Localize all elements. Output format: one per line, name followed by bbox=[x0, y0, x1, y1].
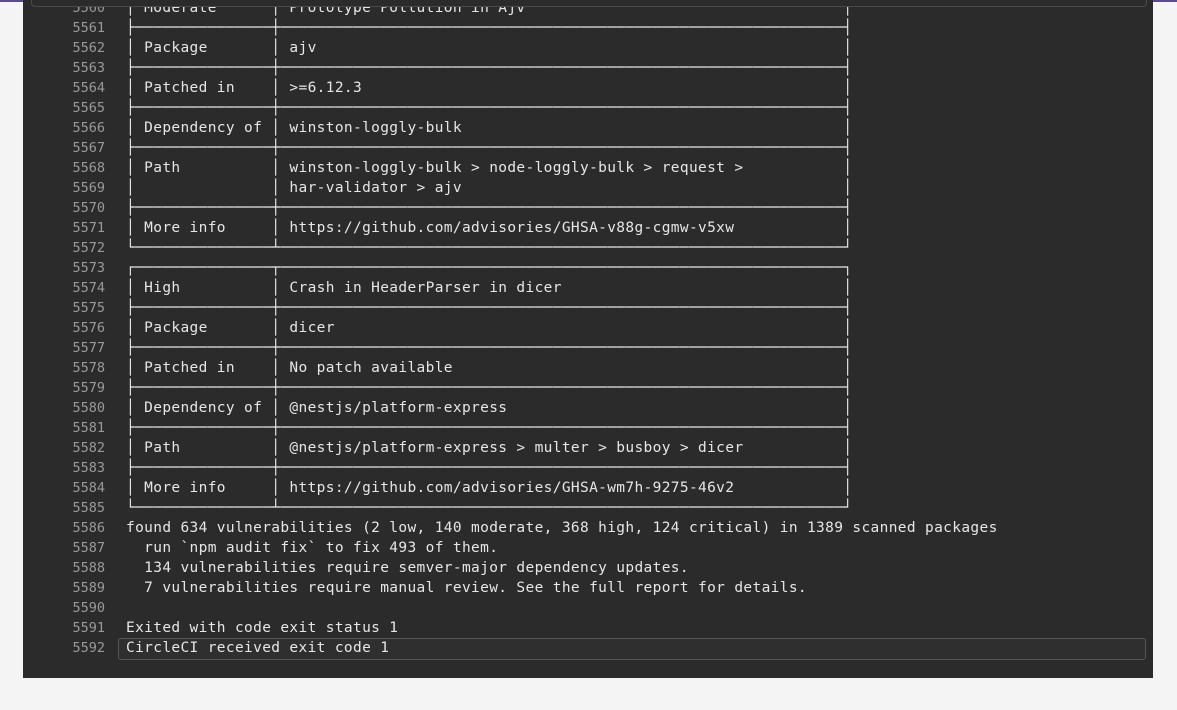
line-number[interactable]: 5575 bbox=[23, 298, 105, 318]
line-number[interactable]: 5567 bbox=[23, 138, 105, 158]
line-text: │ High │ Crash in HeaderParser in dicer … bbox=[126, 280, 853, 296]
line-text: ├───────────────┼───────────────────────… bbox=[126, 380, 853, 396]
line-text: │ Package │ ajv │ bbox=[126, 40, 853, 56]
line-text: │ Patched in │ No patch available │ bbox=[126, 360, 853, 376]
line-number[interactable]: 5561 bbox=[23, 18, 105, 38]
log-line: 5574 │ High │ Crash in HeaderParser in di… bbox=[23, 278, 1153, 298]
line-number[interactable]: 5586 bbox=[23, 518, 105, 538]
log-line: 5582 │ Path │ @nestjs/platform-express > … bbox=[23, 438, 1153, 458]
line-number[interactable]: 5564 bbox=[23, 78, 105, 98]
line-number[interactable]: 5591 bbox=[23, 618, 105, 638]
line-number[interactable]: 5573 bbox=[23, 258, 105, 278]
log-line: 5578 │ Patched in │ No patch available │ bbox=[23, 358, 1153, 378]
line-number[interactable]: 5582 bbox=[23, 438, 105, 458]
line-number[interactable]: 5577 bbox=[23, 338, 105, 358]
line-number[interactable]: 5576 bbox=[23, 318, 105, 338]
line-text: └───────────────┴───────────────────────… bbox=[126, 500, 853, 516]
log-line: 5566 │ Dependency of │ winston-loggly-bul… bbox=[23, 118, 1153, 138]
log-line: 5561 ├───────────────┼───────────────────… bbox=[23, 18, 1153, 38]
log-line: 5568 │ Path │ winston-loggly-bulk > node-… bbox=[23, 158, 1153, 178]
line-number[interactable]: 5592 bbox=[23, 638, 105, 658]
line-text: │ More info │ https://github.com/advisor… bbox=[126, 480, 853, 496]
log-line: 5580 │ Dependency of │ @nestjs/platform-e… bbox=[23, 398, 1153, 418]
log-line: 5567 ├───────────────┼───────────────────… bbox=[23, 138, 1153, 158]
log-line-highlighted: 5592 CircleCI received exit code 1 bbox=[23, 638, 1153, 660]
line-number[interactable]: 5572 bbox=[23, 238, 105, 258]
line-text: │ │ har-validator > ajv │ bbox=[126, 180, 853, 196]
line-text: ├───────────────┼───────────────────────… bbox=[126, 340, 853, 356]
log-line: 5577 ├───────────────┼───────────────────… bbox=[23, 338, 1153, 358]
line-number[interactable]: 5589 bbox=[23, 578, 105, 598]
log-line: 5565 ├───────────────┼───────────────────… bbox=[23, 98, 1153, 118]
line-text: ├───────────────┼───────────────────────… bbox=[126, 420, 853, 436]
log-line: 5583 ├───────────────┼───────────────────… bbox=[23, 458, 1153, 478]
log-line: 5564 │ Patched in │ >=6.12.3 │ bbox=[23, 78, 1153, 98]
line-text: Exited with code exit status 1 bbox=[126, 620, 399, 636]
line-number[interactable]: 5579 bbox=[23, 378, 105, 398]
line-text: ├───────────────┼───────────────────────… bbox=[126, 100, 853, 116]
log-line: 5586 found 634 vulnerabilities (2 low, 14… bbox=[23, 518, 1153, 538]
line-number[interactable]: 5590 bbox=[23, 598, 105, 618]
line-number[interactable]: 5563 bbox=[23, 58, 105, 78]
line-text: │ More info │ https://github.com/advisor… bbox=[126, 220, 853, 236]
line-number[interactable]: 5565 bbox=[23, 98, 105, 118]
line-text: │ Package │ dicer │ bbox=[126, 320, 853, 336]
line-number[interactable]: 5578 bbox=[23, 358, 105, 378]
line-text: CircleCI received exit code 1 bbox=[126, 640, 390, 656]
line-text: ├───────────────┼───────────────────────… bbox=[126, 300, 853, 316]
line-text: ├───────────────┼───────────────────────… bbox=[126, 140, 853, 156]
log-line: 5571 │ More info │ https://github.com/adv… bbox=[23, 218, 1153, 238]
line-text: │ Patched in │ >=6.12.3 │ bbox=[126, 80, 853, 96]
line-number[interactable]: 5588 bbox=[23, 558, 105, 578]
line-text: │ Path │ winston-loggly-bulk > node-logg… bbox=[126, 160, 853, 176]
log-line: 5588 134 vulnerabilities require semver-… bbox=[23, 558, 1153, 578]
line-number[interactable]: 5568 bbox=[23, 158, 105, 178]
line-text: │ Dependency of │ @nestjs/platform-expre… bbox=[126, 400, 853, 416]
log-line: 5581 ├───────────────┼───────────────────… bbox=[23, 418, 1153, 438]
line-number[interactable]: 5562 bbox=[23, 38, 105, 58]
log-lines: 5560 │ Moderate │ Prototype Pollution in … bbox=[23, 0, 1153, 660]
log-line: 5575 ├───────────────┼───────────────────… bbox=[23, 298, 1153, 318]
line-number[interactable]: 5570 bbox=[23, 198, 105, 218]
log-line: 5572 └───────────────┴───────────────────… bbox=[23, 238, 1153, 258]
line-number[interactable]: 5581 bbox=[23, 418, 105, 438]
line-number[interactable]: 5566 bbox=[23, 118, 105, 138]
line-text: │ Dependency of │ winston-loggly-bulk │ bbox=[126, 120, 853, 136]
log-line: 5569 │ │ har-validator > ajv │ bbox=[23, 178, 1153, 198]
line-number[interactable]: 5574 bbox=[23, 278, 105, 298]
build-log-panel: 5560 │ Moderate │ Prototype Pollution in … bbox=[23, 0, 1153, 678]
line-text: found 634 vulnerabilities (2 low, 140 mo… bbox=[126, 520, 998, 536]
line-text: ├───────────────┼───────────────────────… bbox=[126, 460, 853, 476]
line-number[interactable]: 5585 bbox=[23, 498, 105, 518]
log-line: 5562 │ Package │ ajv │ bbox=[23, 38, 1153, 58]
log-line: 5579 ├───────────────┼───────────────────… bbox=[23, 378, 1153, 398]
line-text: │ Path │ @nestjs/platform-express > mult… bbox=[126, 440, 853, 456]
log-panel-top-edge bbox=[31, 0, 1147, 7]
line-text: ├───────────────┼───────────────────────… bbox=[126, 200, 853, 216]
log-line: 5570 ├───────────────┼───────────────────… bbox=[23, 198, 1153, 218]
line-number[interactable]: 5587 bbox=[23, 538, 105, 558]
line-number[interactable]: 5583 bbox=[23, 458, 105, 478]
line-text: 134 vulnerabilities require semver-major… bbox=[126, 560, 689, 576]
line-number[interactable]: 5584 bbox=[23, 478, 105, 498]
log-line: 5584 │ More info │ https://github.com/adv… bbox=[23, 478, 1153, 498]
line-text: └───────────────┴───────────────────────… bbox=[126, 240, 853, 256]
log-line: 5576 │ Package │ dicer │ bbox=[23, 318, 1153, 338]
log-line: 5589 7 vulnerabilities require manual re… bbox=[23, 578, 1153, 598]
line-text: 7 vulnerabilities require manual review.… bbox=[126, 580, 807, 596]
log-line: 5590 bbox=[23, 598, 1153, 618]
log-line: 5585 └───────────────┴───────────────────… bbox=[23, 498, 1153, 518]
line-number[interactable]: 5571 bbox=[23, 218, 105, 238]
line-text: run `npm audit fix` to fix 493 of them. bbox=[126, 540, 499, 556]
log-line: 5573 ┌───────────────┬───────────────────… bbox=[23, 258, 1153, 278]
log-line: 5591 Exited with code exit status 1 bbox=[23, 618, 1153, 638]
log-line: 5587 run `npm audit fix` to fix 493 of t… bbox=[23, 538, 1153, 558]
line-text: ┌───────────────┬───────────────────────… bbox=[126, 260, 853, 276]
line-number[interactable]: 5580 bbox=[23, 398, 105, 418]
line-text: ├───────────────┼───────────────────────… bbox=[126, 20, 853, 36]
line-number[interactable]: 5569 bbox=[23, 178, 105, 198]
log-line: 5563 ├───────────────┼───────────────────… bbox=[23, 58, 1153, 78]
line-text: ├───────────────┼───────────────────────… bbox=[126, 60, 853, 76]
